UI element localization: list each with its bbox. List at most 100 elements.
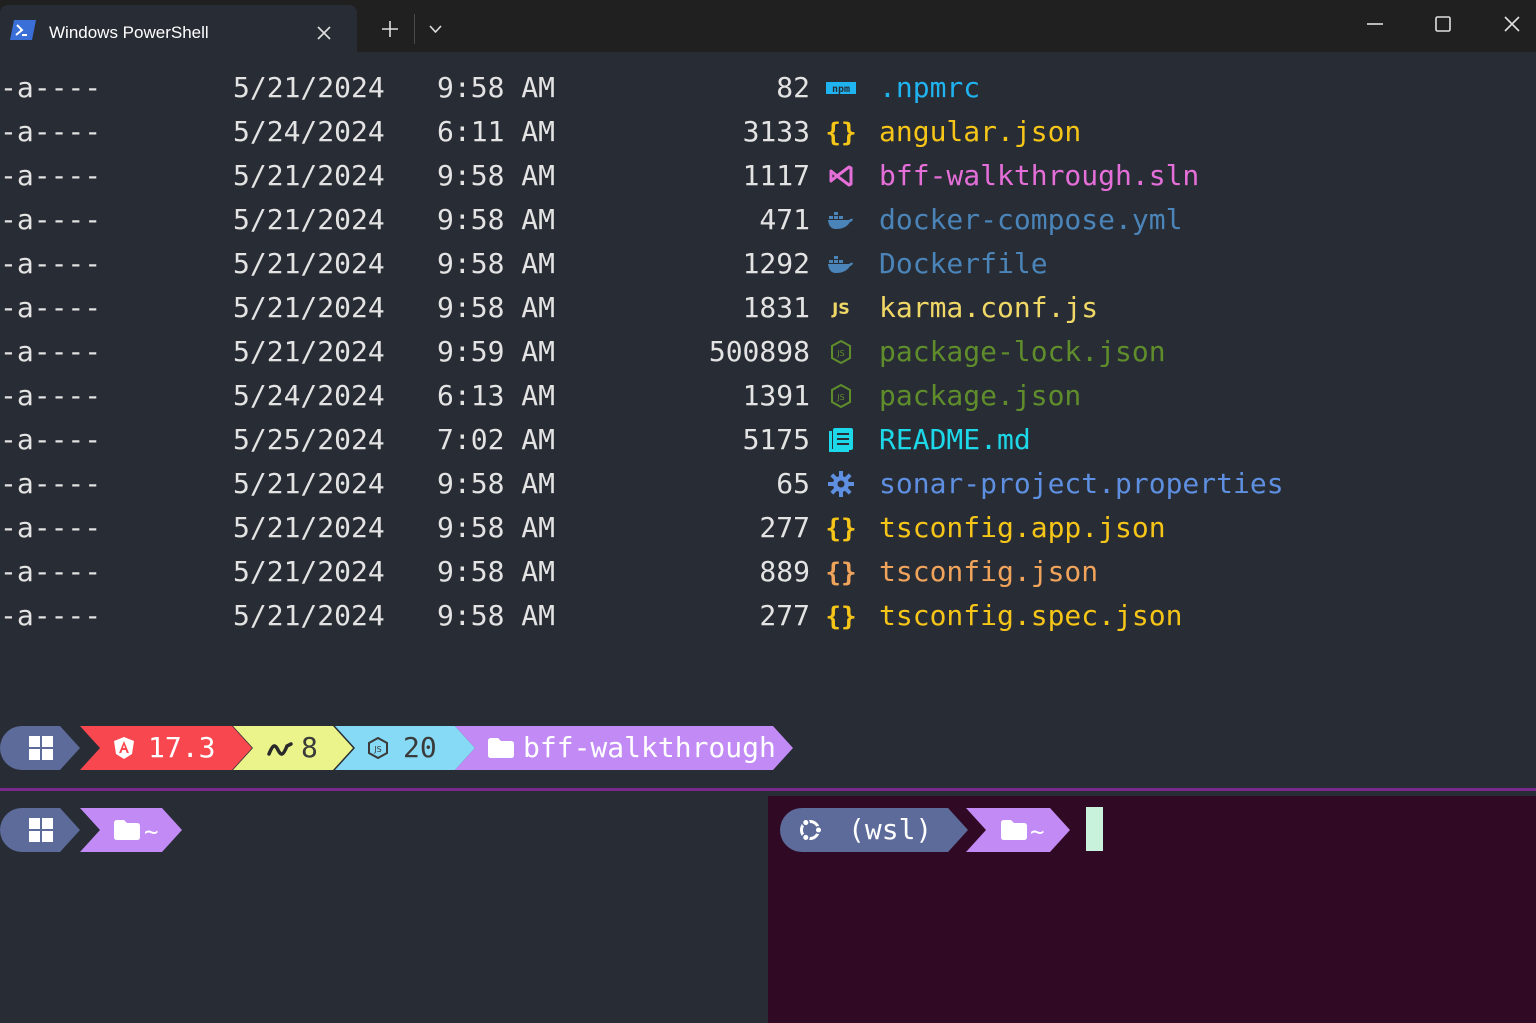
file-mode: -a---- <box>0 115 102 148</box>
text-cursor <box>1086 807 1103 851</box>
file-mode: -a---- <box>0 335 102 368</box>
svg-text:{}: {} <box>827 558 855 586</box>
listing-row: -a---- 5/25/2024 7:02 AM 5175 README.md <box>0 418 1536 462</box>
file-name: bff-walkthrough.sln <box>879 159 1200 192</box>
file-mode: -a---- <box>0 203 102 236</box>
prompt-segment-path: bff-walkthrough <box>455 726 793 770</box>
file-time: 9:58 AM <box>437 599 556 632</box>
svg-text:{}: {} <box>827 602 855 630</box>
file-time: 9:58 AM <box>437 247 556 280</box>
file-time: 9:58 AM <box>437 511 556 544</box>
file-name: angular.json <box>879 115 1082 148</box>
current-directory: ~ <box>144 818 159 846</box>
file-size: 277 <box>759 599 810 632</box>
file-date: 5/21/2024 <box>233 467 385 500</box>
svg-text:{}: {} <box>827 514 855 542</box>
file-date: 5/24/2024 <box>233 115 385 148</box>
tab-separator <box>414 14 415 44</box>
file-name: tsconfig.spec.json <box>879 599 1183 632</box>
file-date: 5/24/2024 <box>233 379 385 412</box>
folder-icon <box>114 820 140 840</box>
listing-row: -a---- 5/21/2024 9:58 AM 277 {} tsconfig.app.… <box>0 506 1536 550</box>
file-date: 5/25/2024 <box>233 423 385 456</box>
file-name: README.md <box>879 423 1031 456</box>
listing-row: -a---- 5/21/2024 9:58 AM 889 {} tsconfig.json <box>0 550 1536 594</box>
listing-row: -a---- 5/21/2024 9:58 AM 471 docker-compose.… <box>0 198 1536 242</box>
file-mode: -a---- <box>0 291 102 324</box>
file-mode: -a---- <box>0 423 102 456</box>
file-date: 5/21/2024 <box>233 555 385 588</box>
file-name: Dockerfile <box>879 247 1048 280</box>
svg-text:JS: JS <box>836 349 844 358</box>
listing-row: -a---- 5/21/2024 9:58 AM 1117 bff-walkthroug… <box>0 154 1536 198</box>
file-time: 9:58 AM <box>437 555 556 588</box>
file-size: 471 <box>759 203 810 236</box>
angular-icon <box>114 737 134 759</box>
listing-row: -a---- 5/21/2024 9:58 AM 65 sonar-project.pr… <box>0 462 1536 506</box>
file-name: package.json <box>879 379 1082 412</box>
tab-windows-powershell[interactable]: Windows PowerShell <box>0 5 357 52</box>
gear-icon <box>826 470 856 498</box>
visual-studio-icon <box>826 162 856 190</box>
file-date: 5/21/2024 <box>233 511 385 544</box>
file-time: 6:11 AM <box>437 115 556 148</box>
prompt-segment-node: JS 20 <box>335 726 475 770</box>
windows-logo-icon <box>29 818 53 842</box>
title-bar: Windows PowerShell <box>0 0 1536 52</box>
pnpm-version: 8 <box>301 731 318 764</box>
file-name: tsconfig.json <box>879 555 1099 588</box>
tab-title: Windows PowerShell <box>49 23 209 42</box>
file-mode: -a---- <box>0 71 102 104</box>
svg-text:npm: npm <box>832 84 850 94</box>
nodejs-icon: JS <box>826 338 856 366</box>
json-braces-icon: {} <box>826 118 856 146</box>
file-size: 3133 <box>742 115 810 148</box>
file-size: 82 <box>776 71 810 104</box>
file-mode: -a---- <box>0 379 102 412</box>
listing-row: -a---- 5/21/2024 9:58 AM 82 npm .npmrc <box>0 66 1536 110</box>
file-time: 7:02 AM <box>437 423 556 456</box>
close-icon[interactable] <box>317 26 331 40</box>
prompt-segment-angular: 17.3 <box>80 726 252 770</box>
nodejs-icon: JS <box>368 737 388 759</box>
directory-listing: -a---- 5/21/2024 9:58 AM 82 npm .npmrc -a---- 5… <box>0 66 1536 638</box>
minimize-icon[interactable] <box>1367 23 1383 25</box>
folder-icon <box>1001 820 1027 840</box>
prompt-segment-wsl: (wsl) <box>780 808 968 852</box>
angular-version: 17.3 <box>148 731 216 764</box>
file-mode: -a---- <box>0 511 102 544</box>
npm-icon: npm <box>826 74 856 102</box>
nodejs-icon: JS <box>826 382 856 410</box>
current-directory: bff-walkthrough <box>523 731 776 764</box>
file-date: 5/21/2024 <box>233 335 385 368</box>
current-directory: ~ <box>1030 818 1045 846</box>
plus-icon[interactable] <box>382 21 398 37</box>
file-size: 889 <box>759 555 810 588</box>
maximize-icon[interactable] <box>1435 16 1451 32</box>
file-size: 1117 <box>742 159 810 192</box>
file-time: 9:58 AM <box>437 467 556 500</box>
file-mode: -a---- <box>0 599 102 632</box>
file-size: 1292 <box>742 247 810 280</box>
docker-icon <box>826 250 856 278</box>
file-name: sonar-project.properties <box>879 467 1284 500</box>
file-mode: -a---- <box>0 555 102 588</box>
file-date: 5/21/2024 <box>233 599 385 632</box>
listing-row: -a---- 5/24/2024 6:11 AM 3133 {} angular.json <box>0 110 1536 154</box>
file-time: 6:13 AM <box>437 379 556 412</box>
pnpm-icon <box>267 742 293 756</box>
file-mode: -a---- <box>0 247 102 280</box>
file-name: docker-compose.yml <box>879 203 1183 236</box>
file-date: 5/21/2024 <box>233 71 385 104</box>
window-close-icon[interactable] <box>1504 16 1520 32</box>
file-date: 5/21/2024 <box>233 203 385 236</box>
markdown-book-icon <box>826 426 856 454</box>
javascript-icon: JS <box>826 294 856 322</box>
listing-row: -a---- 5/21/2024 9:59 AM 500898 JS package-lo… <box>0 330 1536 374</box>
file-size: 65 <box>776 467 810 500</box>
file-size: 500898 <box>708 335 810 368</box>
chevron-down-icon[interactable] <box>429 25 442 34</box>
file-mode: -a---- <box>0 159 102 192</box>
file-name: .npmrc <box>879 71 981 104</box>
file-name: tsconfig.app.json <box>879 511 1166 544</box>
